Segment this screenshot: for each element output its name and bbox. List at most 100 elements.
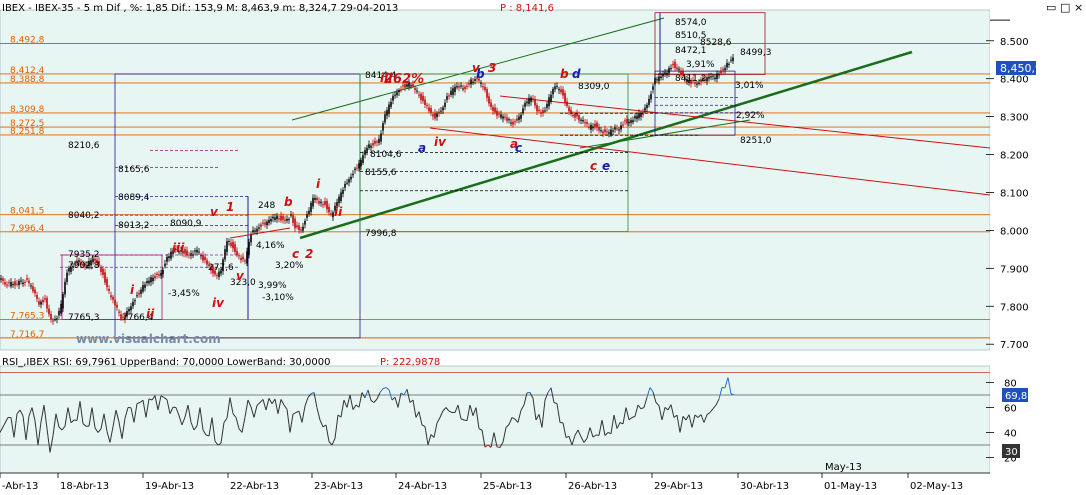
wave-label: ii xyxy=(146,307,155,321)
candle-body xyxy=(302,226,304,231)
wave-label: a xyxy=(418,141,426,155)
candle-body xyxy=(344,183,346,188)
candle-body xyxy=(0,278,2,280)
candle-body xyxy=(718,74,720,76)
restore-icon[interactable]: ▭ xyxy=(1046,1,1056,14)
candle-body xyxy=(12,284,14,286)
candle-body xyxy=(596,122,598,128)
candle-body xyxy=(722,69,724,71)
candle-body xyxy=(458,85,460,88)
note-label: 8528,6 xyxy=(700,38,732,48)
candle-body xyxy=(464,86,466,89)
candle-body xyxy=(556,85,558,87)
note-label: 8040,2 xyxy=(68,211,100,221)
candle-body xyxy=(18,280,20,286)
note-label: 8165,6 xyxy=(118,165,150,175)
candle-body xyxy=(484,86,486,90)
candle-body xyxy=(280,215,282,221)
candle-body xyxy=(248,241,250,256)
candle-body xyxy=(48,308,50,315)
x-tick-label: 01-May-13 xyxy=(824,481,877,492)
candle-body xyxy=(534,99,536,106)
candle-body xyxy=(432,114,434,117)
note-label: 8013,2 xyxy=(118,221,150,231)
rsi-tick-label: 80 xyxy=(1004,379,1017,390)
axis-tick-label: 7.700 xyxy=(1000,340,1029,351)
candle-body xyxy=(360,160,362,167)
candle-body xyxy=(542,110,544,114)
candle-body xyxy=(348,179,350,183)
candle-body xyxy=(632,120,634,123)
note-label: 8309,0 xyxy=(578,82,610,92)
candle-body xyxy=(308,210,310,215)
candle-body xyxy=(350,176,352,180)
candle-body xyxy=(640,113,642,117)
candle-body xyxy=(616,128,618,130)
note-label: 7996,8 xyxy=(365,229,397,239)
candle-body xyxy=(234,244,236,252)
candle-body xyxy=(266,221,268,226)
candle-body xyxy=(288,219,290,221)
candle-body xyxy=(46,297,48,309)
candle-body xyxy=(30,285,32,287)
candle-body xyxy=(636,115,638,120)
axis-tick-label: 8.000 xyxy=(1000,226,1029,237)
candle-body xyxy=(590,124,592,130)
candle-body xyxy=(278,218,280,220)
candle-body xyxy=(472,81,474,83)
candle-body xyxy=(156,273,158,276)
candle-body xyxy=(600,130,602,132)
candle-body xyxy=(638,113,640,119)
candle-body xyxy=(462,88,464,90)
candle-body xyxy=(260,224,262,227)
candle-body xyxy=(232,241,234,249)
candle-body xyxy=(652,86,654,90)
wave-label: c xyxy=(292,247,299,261)
candle-body xyxy=(378,138,380,143)
candle-body xyxy=(374,141,376,144)
candle-body xyxy=(562,89,564,96)
candle-body xyxy=(712,75,714,77)
candle-body xyxy=(40,301,42,305)
x-tick-label: 25-Abr-13 xyxy=(483,481,532,492)
candle-body xyxy=(714,77,716,80)
close-icon[interactable]: × xyxy=(1074,1,1083,14)
note-label: 8210,6 xyxy=(68,141,100,151)
maximize-icon[interactable]: □ xyxy=(1060,1,1070,14)
candle-body xyxy=(506,117,508,121)
note-label: 2,92% xyxy=(736,111,765,121)
candle-body xyxy=(2,278,4,281)
candle-body xyxy=(400,89,402,91)
candle-body xyxy=(108,288,110,291)
candle-body xyxy=(342,189,344,194)
candle-body xyxy=(580,119,582,121)
candle-body xyxy=(550,94,552,102)
candle-body xyxy=(164,263,166,267)
x-tick-label: 19-Abr-13 xyxy=(145,481,194,492)
candle-body xyxy=(354,168,356,170)
candle-body xyxy=(116,304,118,308)
candle-body xyxy=(58,310,60,316)
candle-body xyxy=(34,289,36,294)
candle-body xyxy=(594,123,596,128)
candle-body xyxy=(320,201,322,204)
scroll-handle-icon[interactable]: ─── xyxy=(989,14,1010,27)
candle-body xyxy=(236,251,238,256)
candle-body xyxy=(318,201,320,204)
candle-body xyxy=(282,216,284,220)
rsi-panel xyxy=(0,365,991,474)
candle-body xyxy=(612,130,614,132)
candle-body xyxy=(678,68,680,70)
candle-body xyxy=(44,298,46,300)
note-label: 3,01% xyxy=(735,81,764,91)
candle-body xyxy=(42,299,44,303)
candle-body xyxy=(162,269,164,275)
candle-body xyxy=(448,95,450,97)
candle-body xyxy=(598,126,600,131)
candle-body xyxy=(330,213,332,215)
level-label: 8,388,8 xyxy=(10,75,45,85)
candle-body xyxy=(674,61,676,68)
candle-body xyxy=(514,121,516,123)
candle-body xyxy=(610,129,612,136)
candle-body xyxy=(618,129,620,131)
